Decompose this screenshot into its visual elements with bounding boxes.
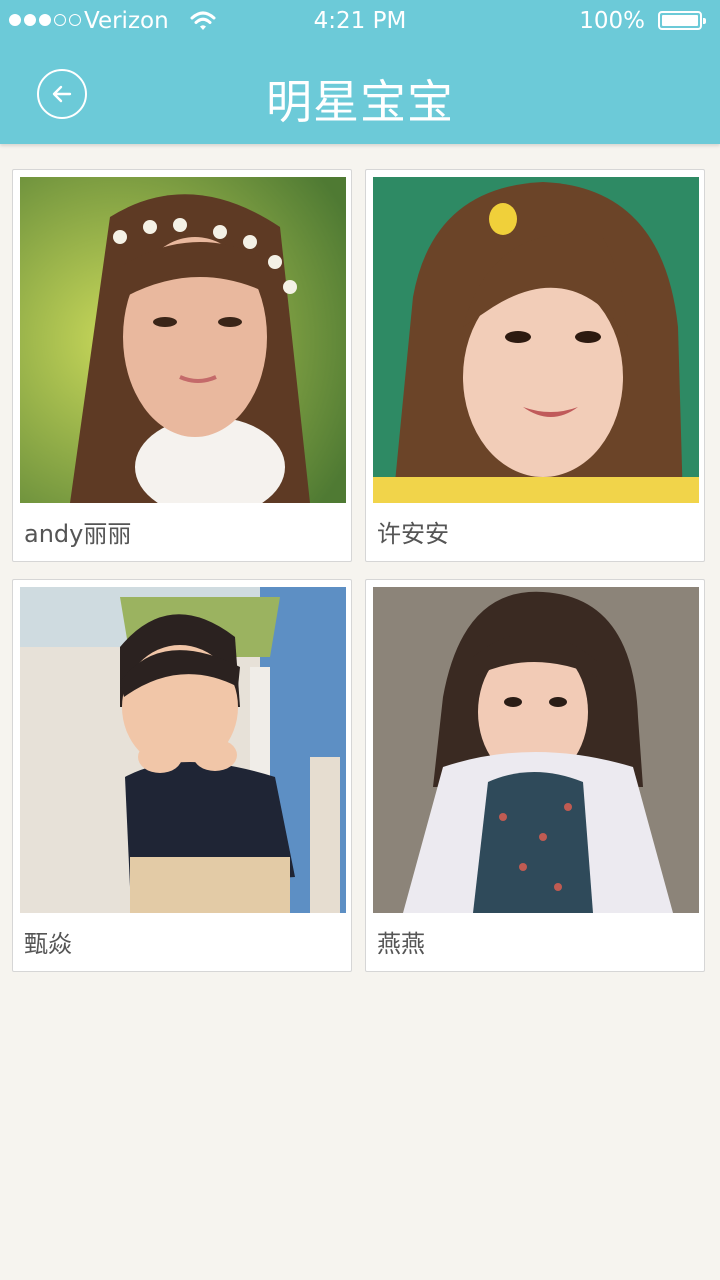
baby-photo <box>20 587 346 913</box>
app-header: Verizon 4:21 PM 100% 明星宝宝 <box>0 0 720 144</box>
baby-card[interactable]: 甄焱 <box>12 579 352 972</box>
baby-photo <box>20 177 346 503</box>
status-bar: Verizon 4:21 PM 100% <box>0 0 720 44</box>
baby-name: andy丽丽 <box>24 520 132 548</box>
battery-percent: 100% <box>579 8 645 34</box>
baby-photo <box>373 587 699 913</box>
baby-card[interactable]: 燕燕 <box>365 579 705 972</box>
baby-name: 燕燕 <box>377 930 425 958</box>
baby-card[interactable]: 许安安 <box>365 169 705 562</box>
battery-icon <box>658 11 706 30</box>
baby-name: 许安安 <box>377 520 449 548</box>
page-title: 明星宝宝 <box>266 75 454 129</box>
baby-card[interactable]: andy丽丽 <box>12 169 352 562</box>
baby-photo <box>373 177 699 503</box>
baby-name: 甄焱 <box>24 930 72 958</box>
